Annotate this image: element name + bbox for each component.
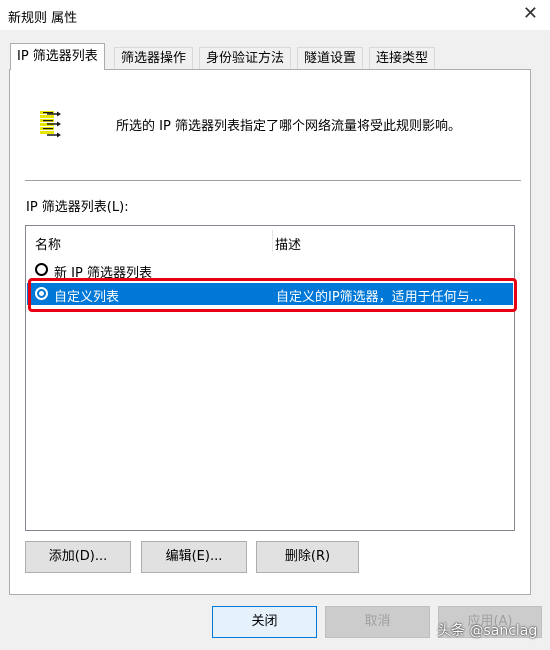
delete-button[interactable]: 删除(R)	[256, 541, 359, 573]
watermark: 头条 @sanclag	[437, 623, 538, 639]
separator	[25, 180, 521, 181]
tab-auth-methods[interactable]: 身份验证方法	[199, 47, 292, 69]
cancel-button[interactable]: 取消	[325, 606, 430, 638]
tab-tunnel-settings[interactable]: 隧道设置	[297, 47, 364, 69]
tab-ip-filter-list[interactable]: IP 筛选器列表	[10, 43, 105, 70]
edit-button[interactable]: 编辑(E)...	[141, 541, 247, 573]
tab-filter-action[interactable]: 筛选器操作	[114, 47, 194, 69]
window-title: 新规则 属性	[8, 11, 78, 26]
tab-connection-type[interactable]: 连接类型	[369, 47, 436, 69]
add-button[interactable]: 添加(D)...	[25, 541, 131, 573]
filter-list[interactable]: 名称 描述 新 IP 筛选器列表 自定义列表 自定义的IP筛选器，适用于任何与.…	[25, 225, 515, 531]
column-header-name[interactable]: 名称	[35, 234, 61, 253]
column-divider[interactable]	[272, 230, 273, 252]
close-icon[interactable]: ✕	[523, 3, 538, 24]
info-description: 所选的 IP 筛选器列表指定了哪个网络流量将受此规则影响。	[116, 119, 461, 134]
highlight-annotation	[28, 278, 517, 312]
filter-list-label: IP 筛选器列表(L):	[26, 200, 129, 215]
column-header-description[interactable]: 描述	[275, 234, 301, 253]
filter-list-icon	[40, 111, 61, 138]
close-button[interactable]: 关闭	[212, 606, 317, 638]
title-bar: 新规则 属性 ✕	[0, 0, 550, 30]
radio-unselected-icon[interactable]	[35, 263, 48, 276]
